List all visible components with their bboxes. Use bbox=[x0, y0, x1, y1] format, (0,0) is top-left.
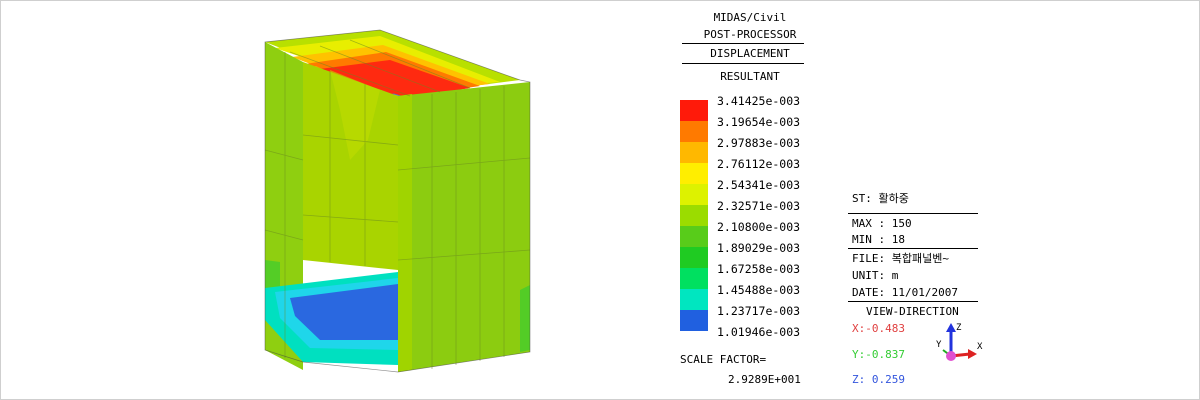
legend-swatch bbox=[680, 184, 708, 205]
load-case: ST: 활하중 bbox=[852, 192, 909, 205]
divider bbox=[848, 213, 978, 214]
legend-label: 2.97883e-003 bbox=[717, 136, 801, 150]
legend-label: 1.01946e-003 bbox=[717, 325, 801, 339]
legend-swatch bbox=[680, 163, 708, 184]
divider bbox=[682, 63, 804, 64]
front-wall bbox=[398, 82, 530, 372]
view-direction-title: VIEW-DIRECTION bbox=[866, 305, 959, 318]
legend-swatch bbox=[680, 247, 708, 268]
date: DATE: 11/01/2007 bbox=[852, 286, 958, 299]
view-direction-x: X:-0.483 bbox=[852, 322, 905, 335]
legend-label: 3.41425e-003 bbox=[717, 94, 801, 108]
view-direction-y: Y:-0.837 bbox=[852, 348, 905, 361]
legend-swatch bbox=[680, 310, 708, 331]
axis-z-label: Z bbox=[956, 323, 962, 333]
view-direction-z: Z: 0.259 bbox=[852, 373, 905, 386]
axis-y-label: Y bbox=[936, 340, 942, 350]
divider bbox=[848, 248, 978, 249]
scale-factor-value: 2.9289E+001 bbox=[728, 373, 801, 386]
divider bbox=[682, 43, 804, 44]
legend-swatch bbox=[680, 289, 708, 310]
legend-swatch bbox=[680, 226, 708, 247]
legend-swatch bbox=[680, 205, 708, 226]
legend-swatch bbox=[680, 142, 708, 163]
legend-label: 2.76112e-003 bbox=[717, 157, 801, 171]
divider bbox=[848, 301, 978, 302]
legend-label: 2.54341e-003 bbox=[717, 178, 801, 192]
result-component: RESULTANT bbox=[720, 70, 780, 83]
min-node: MIN : 18 bbox=[852, 233, 905, 246]
module-title: POST-PROCESSOR bbox=[703, 28, 797, 41]
max-node: MAX : 150 bbox=[852, 217, 912, 230]
legend-swatch bbox=[680, 121, 708, 142]
legend-label: 2.10800e-003 bbox=[717, 220, 801, 234]
legend-swatch bbox=[680, 100, 708, 121]
unit: UNIT: m bbox=[852, 269, 899, 282]
file-name: FILE: 복합패널벤~ bbox=[852, 252, 949, 265]
app-title: MIDAS/Civil bbox=[713, 11, 787, 24]
legend-label: 1.67258e-003 bbox=[717, 262, 801, 276]
axis-x-label: X bbox=[977, 342, 983, 352]
legend-swatch bbox=[680, 268, 708, 289]
scale-factor-label: SCALE FACTOR= bbox=[680, 353, 767, 366]
legend-label: 2.32571e-003 bbox=[717, 199, 801, 213]
result-type: DISPLACEMENT bbox=[710, 47, 790, 60]
legend-label: 1.23717e-003 bbox=[717, 304, 801, 318]
legend-label: 3.19654e-003 bbox=[717, 115, 801, 129]
legend-label: 1.45488e-003 bbox=[717, 283, 801, 297]
legend-label: 1.89029e-003 bbox=[717, 241, 801, 255]
axis-triad-icon: Z Y X bbox=[936, 323, 983, 361]
structure-contour-model bbox=[264, 29, 531, 373]
